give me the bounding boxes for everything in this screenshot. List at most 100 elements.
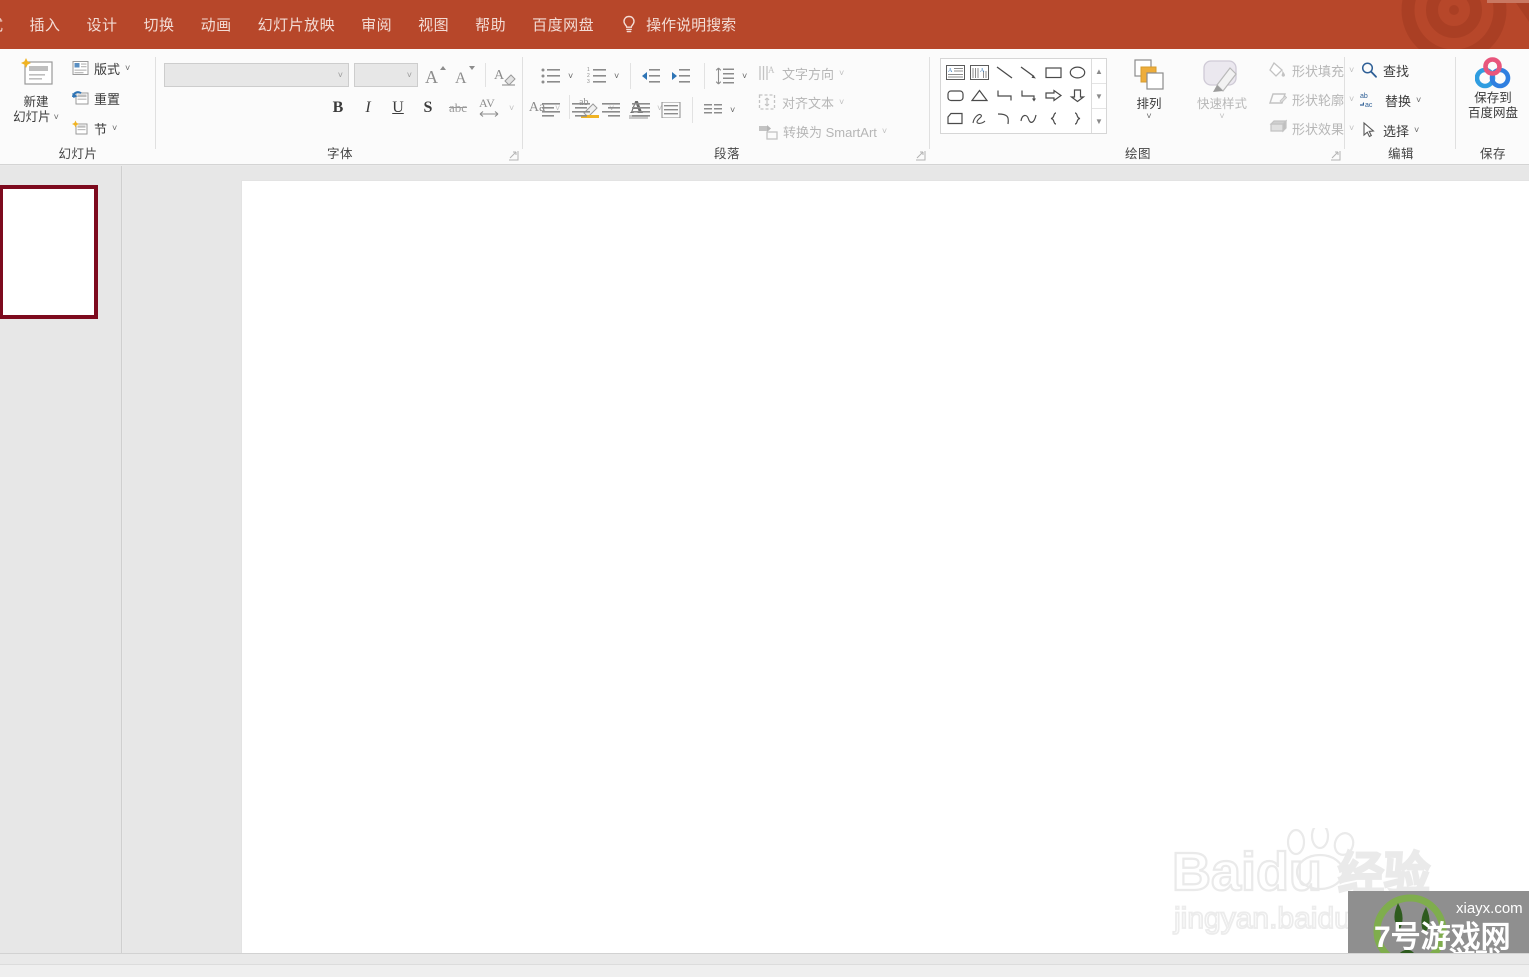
chevron-down-icon[interactable]: ˅ bbox=[839, 68, 844, 78]
shape-triangle[interactable] bbox=[968, 84, 993, 107]
text-shadow-button[interactable]: S bbox=[415, 95, 441, 121]
convert-to-smartart-button[interactable]: 转换为 SmartArt ˅ bbox=[758, 119, 887, 143]
replace-button[interactable]: ab ac 替换 ˅ bbox=[1360, 88, 1421, 112]
numbering-button[interactable]: 123 bbox=[584, 63, 610, 89]
chevron-down-icon[interactable]: ˅ bbox=[112, 123, 117, 133]
chevron-down-icon[interactable]: ˅ bbox=[407, 70, 412, 80]
layout-icon bbox=[72, 61, 89, 75]
tab-review[interactable]: 审阅 bbox=[348, 0, 405, 49]
drawing-dialog-launcher[interactable] bbox=[1330, 150, 1341, 161]
tab-view[interactable]: 视图 bbox=[405, 0, 462, 49]
align-right-button[interactable] bbox=[598, 97, 624, 123]
shape-down-arrow[interactable] bbox=[1066, 84, 1091, 107]
tab-slideshow[interactable]: 幻灯片放映 bbox=[245, 0, 349, 49]
font-name-combo[interactable]: ˅ bbox=[164, 63, 349, 87]
shape-rectangle[interactable] bbox=[1041, 61, 1066, 84]
shapes-scroll-down-button[interactable]: ▼ bbox=[1092, 84, 1106, 109]
shape-scribble[interactable] bbox=[968, 107, 993, 130]
character-spacing-button[interactable]: AV bbox=[475, 93, 505, 121]
slide-thumbnail-pane[interactable] bbox=[0, 166, 122, 953]
chevron-down-icon[interactable]: ˅ bbox=[1146, 112, 1151, 121]
tab-baidu-netdisk[interactable]: 百度网盘 bbox=[519, 0, 607, 49]
shape-outline-button[interactable]: 形状轮廓 ˅ bbox=[1268, 87, 1354, 111]
shape-elbow-arrow-connector[interactable] bbox=[1017, 84, 1042, 107]
slide-canvas[interactable] bbox=[241, 180, 1529, 954]
chevron-down-icon[interactable]: ˅ bbox=[125, 63, 130, 73]
chevron-down-icon[interactable]: ˅ bbox=[568, 71, 573, 81]
bullets-button[interactable] bbox=[538, 63, 564, 89]
slide-editing-area[interactable] bbox=[241, 166, 1529, 954]
quick-styles-button[interactable]: 快速样式 ˅ bbox=[1184, 57, 1260, 121]
slide-thumbnail-1[interactable] bbox=[0, 185, 98, 319]
align-text-button[interactable]: 对齐文本 ˅ bbox=[758, 90, 844, 114]
italic-button[interactable]: I bbox=[355, 95, 381, 121]
shapes-more-button[interactable]: ▼ bbox=[1092, 109, 1106, 133]
replace-label: 替换 bbox=[1385, 93, 1412, 109]
line-spacing-button[interactable] bbox=[712, 63, 738, 89]
shape-arrow[interactable] bbox=[1017, 61, 1042, 84]
shapes-gallery[interactable]: A A ▲ ▼ ▼ bbox=[940, 58, 1107, 134]
justify-button[interactable] bbox=[628, 97, 654, 123]
shape-textbox[interactable]: A bbox=[943, 61, 968, 84]
underline-button[interactable]: U bbox=[385, 95, 411, 121]
distribute-button[interactable] bbox=[658, 97, 684, 123]
shape-elbow-connector[interactable] bbox=[992, 84, 1017, 107]
chevron-down-icon[interactable]: ˅ bbox=[742, 71, 747, 81]
chevron-down-icon[interactable]: ˅ bbox=[54, 110, 59, 125]
font-size-combo[interactable]: ˅ bbox=[354, 63, 418, 87]
tab-design[interactable]: 设计 bbox=[74, 0, 131, 49]
decrease-indent-button[interactable] bbox=[638, 63, 664, 89]
tab-transitions[interactable]: 切换 bbox=[131, 0, 188, 49]
shape-fill-button[interactable]: 形状填充 ˅ bbox=[1268, 58, 1354, 82]
tell-me-search[interactable]: 操作说明搜索 bbox=[607, 0, 736, 49]
increase-font-size-button[interactable]: A bbox=[423, 62, 449, 88]
chevron-down-icon[interactable]: ˅ bbox=[730, 105, 735, 115]
layout-button[interactable]: 版式 ˅ bbox=[72, 56, 130, 80]
shapes-gallery-scrollbar[interactable]: ▲ ▼ ▼ bbox=[1091, 59, 1106, 133]
new-slide-button[interactable]: 新建 幻灯片 ˅ bbox=[4, 55, 68, 125]
decrease-font-size-button[interactable]: A bbox=[452, 62, 478, 88]
shape-right-brace[interactable] bbox=[1066, 107, 1091, 130]
strikethrough-button[interactable]: abc bbox=[445, 97, 471, 119]
reset-button[interactable]: 重置 bbox=[72, 86, 120, 110]
pane-gap bbox=[123, 166, 241, 953]
select-button[interactable]: 选择 ˅ bbox=[1360, 118, 1419, 142]
shape-line[interactable] bbox=[992, 61, 1017, 84]
text-direction-button[interactable]: A 文字方向 ˅ bbox=[758, 61, 844, 85]
align-center-button[interactable] bbox=[568, 97, 594, 123]
shape-cut-corner[interactable] bbox=[943, 107, 968, 130]
shape-effects-button[interactable]: 形状效果 ˅ bbox=[1268, 116, 1354, 140]
arrange-button[interactable]: 排列 ˅ bbox=[1117, 57, 1181, 121]
chevron-down-icon[interactable]: ˅ bbox=[1416, 95, 1421, 105]
tab-home-cut[interactable]: 式 bbox=[0, 0, 17, 49]
chevron-down-icon[interactable]: ˅ bbox=[1414, 125, 1419, 135]
tab-animations[interactable]: 动画 bbox=[188, 0, 245, 49]
bold-button[interactable]: B bbox=[325, 95, 351, 121]
chevron-down-icon[interactable]: ˅ bbox=[839, 97, 844, 107]
shapes-scroll-up-button[interactable]: ▲ bbox=[1092, 59, 1106, 84]
chevron-down-icon[interactable]: ˅ bbox=[338, 70, 343, 80]
shape-curve[interactable] bbox=[992, 107, 1017, 130]
section-button[interactable]: 节 ˅ bbox=[72, 116, 117, 140]
save-to-baidu-netdisk-button[interactable]: 保存到 百度网盘 bbox=[1461, 57, 1525, 121]
columns-button[interactable] bbox=[700, 97, 726, 123]
shape-vertical-textbox[interactable]: A bbox=[968, 61, 993, 84]
tab-help[interactable]: 帮助 bbox=[462, 0, 519, 49]
paragraph-dialog-launcher[interactable] bbox=[915, 150, 926, 161]
chevron-down-icon[interactable]: ˅ bbox=[614, 71, 619, 81]
chevron-down-icon[interactable]: ˅ bbox=[509, 103, 514, 113]
chevron-down-icon[interactable]: ˅ bbox=[1219, 112, 1224, 121]
shape-oval[interactable] bbox=[1066, 61, 1091, 84]
font-dialog-launcher[interactable] bbox=[508, 150, 519, 161]
chevron-down-icon[interactable]: ˅ bbox=[882, 126, 887, 136]
find-button[interactable]: 查找 bbox=[1360, 58, 1409, 82]
increase-indent-button[interactable] bbox=[668, 63, 694, 89]
shape-freeform[interactable] bbox=[1017, 107, 1042, 130]
shape-right-arrow[interactable] bbox=[1041, 84, 1066, 107]
align-left-button[interactable] bbox=[538, 97, 564, 123]
tab-insert[interactable]: 插入 bbox=[17, 0, 74, 49]
ribbon-tabs: 式 插入 设计 切换 动画 幻灯片放映 审阅 视图 帮助 百度网盘 操作说明搜索 bbox=[0, 0, 736, 49]
shape-rounded-rect[interactable] bbox=[943, 84, 968, 107]
clear-formatting-button[interactable]: A bbox=[493, 62, 519, 88]
shape-left-brace[interactable] bbox=[1041, 107, 1066, 130]
